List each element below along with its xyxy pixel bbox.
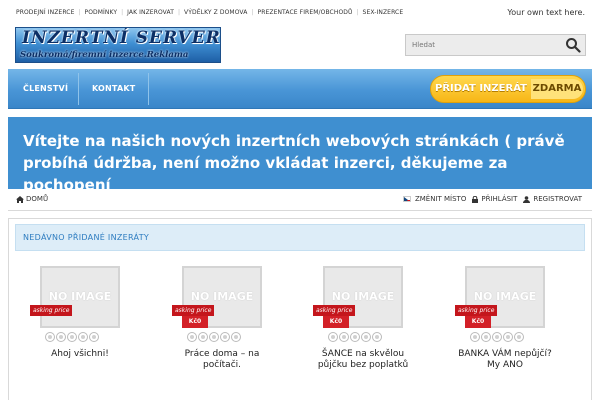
rating-stars bbox=[470, 332, 525, 342]
search-input[interactable] bbox=[406, 35, 561, 55]
login-label: PŘIHLÁSIT bbox=[481, 195, 518, 203]
nav-item-contact[interactable]: KONTAKT bbox=[92, 69, 135, 109]
star-icon bbox=[350, 332, 360, 342]
star-icon bbox=[514, 332, 524, 342]
price-label: asking price bbox=[455, 305, 497, 316]
top-link-vydelky[interactable]: VÝDĚLKY Z DOMOVA bbox=[184, 9, 247, 16]
recent-listings-title: NEDÁVNO PŘIDANÉ INZERÁTY bbox=[23, 233, 150, 242]
price-value: Kč0 bbox=[182, 316, 208, 328]
free-label: ZDARMA bbox=[531, 79, 583, 99]
no-image-text: NO IMAGE bbox=[190, 290, 254, 303]
star-icon bbox=[56, 332, 66, 342]
star-icon bbox=[187, 332, 197, 342]
star-icon bbox=[492, 332, 502, 342]
star-icon bbox=[89, 332, 99, 342]
logo-title: INZERTNÍ SERVER bbox=[22, 28, 221, 48]
czech-flag-icon bbox=[402, 196, 411, 202]
listing-title[interactable]: Práce doma – na počítači. bbox=[170, 349, 274, 371]
price-tag: asking price Kč0 bbox=[313, 305, 355, 330]
change-place-link[interactable]: ZMĚNIT MÍSTO bbox=[402, 195, 467, 203]
top-link-prezentace[interactable]: PREZENTACE FIREM/OBCHODŮ bbox=[257, 9, 352, 16]
register-link[interactable]: REGISTROVAT bbox=[523, 195, 582, 203]
star-icon bbox=[67, 332, 77, 342]
star-icon bbox=[339, 332, 349, 342]
listing-card[interactable]: NO IMAGE asking price Kč0 BANKA VÁM nepů… bbox=[453, 266, 563, 400]
listing-card[interactable]: NO IMAGE asking price Ahoj všichni! bbox=[28, 266, 138, 400]
listing-title[interactable]: BANKA VÁM nepůjčí? My ANO bbox=[453, 349, 557, 371]
listing-card[interactable]: NO IMAGE asking price Kč0 ŠANCE na skvěl… bbox=[311, 266, 421, 400]
nav-divider bbox=[78, 73, 79, 105]
recent-listings-header: NEDÁVNO PŘIDANÉ INZERÁTY bbox=[15, 224, 585, 251]
price-label: asking price bbox=[30, 305, 72, 316]
welcome-text: Vítejte na našich nových inzertních webo… bbox=[23, 132, 565, 194]
price-value: Kč0 bbox=[465, 316, 491, 328]
top-links: PRODEJNÍ INZERCE | PODMÍNKY | JAK INZEROVA… bbox=[16, 9, 404, 16]
listing-title[interactable]: Ahoj všichni! bbox=[28, 349, 132, 360]
welcome-banner: Vítejte na našich nových inzertních webo… bbox=[8, 117, 592, 194]
register-label: REGISTROVAT bbox=[533, 195, 582, 203]
star-icon bbox=[209, 332, 219, 342]
no-image-text: NO IMAGE bbox=[331, 290, 395, 303]
price-label: asking price bbox=[172, 305, 214, 316]
star-icon bbox=[45, 332, 55, 342]
home-label: DOMŮ bbox=[26, 195, 49, 203]
lock-icon bbox=[472, 195, 479, 203]
star-icon bbox=[328, 332, 338, 342]
star-icon bbox=[481, 332, 491, 342]
star-icon bbox=[372, 332, 382, 342]
no-image-text: NO IMAGE bbox=[48, 290, 112, 303]
price-tag: asking price bbox=[30, 305, 72, 330]
rating-stars bbox=[187, 332, 242, 342]
search-box bbox=[405, 34, 586, 56]
top-bar: PRODEJNÍ INZERCE | PODMÍNKY | JAK INZEROVA… bbox=[0, 0, 600, 26]
star-icon bbox=[78, 332, 88, 342]
star-icon bbox=[361, 332, 371, 342]
change-place-label: ZMĚNIT MÍSTO bbox=[414, 195, 467, 203]
search-icon[interactable] bbox=[565, 37, 581, 53]
top-right-text: Your own text here. bbox=[507, 8, 585, 17]
user-icon bbox=[523, 195, 531, 203]
star-icon bbox=[503, 332, 513, 342]
no-image-text: NO IMAGE bbox=[473, 290, 537, 303]
login-link[interactable]: PŘIHLÁSIT bbox=[472, 195, 517, 203]
price-tag: asking price Kč0 bbox=[455, 305, 497, 330]
star-icon bbox=[470, 332, 480, 342]
user-links: ZMĚNIT MÍSTO PŘIHLÁSIT REGISTROVAT bbox=[397, 195, 582, 203]
rating-stars bbox=[45, 332, 100, 342]
add-listing-label: PŘIDAT INZERÁT bbox=[435, 83, 527, 94]
star-icon bbox=[198, 332, 208, 342]
nav-divider bbox=[148, 73, 149, 105]
top-link-sex-inzerce[interactable]: SEX-INZERCE bbox=[363, 9, 404, 16]
star-icon bbox=[220, 332, 230, 342]
home-link[interactable]: DOMŮ bbox=[16, 195, 48, 203]
listing-card[interactable]: NO IMAGE asking price Kč0 Práce doma – n… bbox=[170, 266, 280, 400]
breadcrumb: DOMŮ ZMĚNIT MÍSTO PŘIHLÁSIT REGISTROVAT bbox=[8, 189, 592, 211]
price-label: asking price bbox=[313, 305, 355, 316]
star-icon bbox=[231, 332, 241, 342]
top-link-prodejni-inzerce[interactable]: PRODEJNÍ INZERCE bbox=[16, 9, 74, 16]
top-link-jak-inzerovat[interactable]: JAK INZEROVAT bbox=[127, 9, 174, 16]
site-logo[interactable]: INZERTNÍ SERVER Soukromá/firemní inzerce… bbox=[15, 27, 221, 63]
price-tag: asking price Kč0 bbox=[172, 305, 214, 330]
nav-item-members[interactable]: ČLENSTVÍ bbox=[23, 69, 68, 109]
rating-stars bbox=[328, 332, 383, 342]
listing-title[interactable]: ŠANCE na skvělou půjčku bez poplatků bbox=[311, 349, 415, 371]
price-value: Kč0 bbox=[323, 316, 349, 328]
home-icon bbox=[16, 195, 24, 203]
logo-subtitle: Soukromá/firemní inzerce.Reklama bbox=[20, 50, 189, 60]
top-link-podminky[interactable]: PODMÍNKY bbox=[85, 9, 118, 16]
add-listing-button[interactable]: PŘIDAT INZERÁT ZDARMA bbox=[430, 75, 586, 103]
